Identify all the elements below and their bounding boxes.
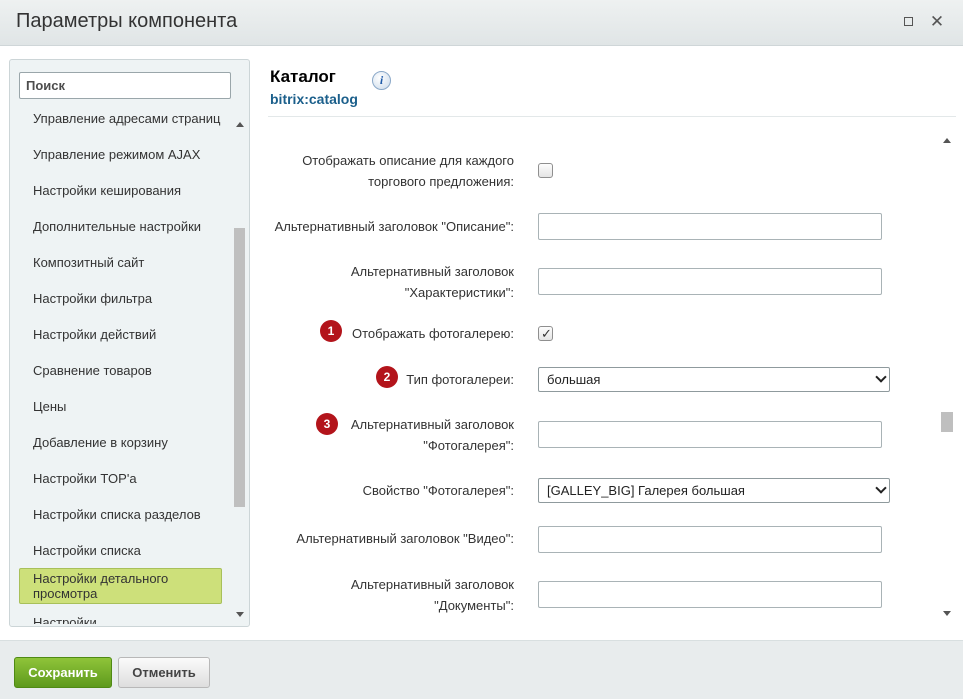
alt-title-docs-input[interactable] [538, 581, 882, 608]
sidebar-item-list[interactable]: Настройки списка [10, 532, 232, 568]
sidebar-menu: Управление адресами страниц Управление р… [10, 108, 232, 624]
sidebar-item-actions[interactable]: Настройки действий [10, 316, 232, 352]
sidebar-item-label: Настройки списка разделов [33, 506, 201, 522]
alt-title-gallery-label: Альтернативный заголовок "Фотогалерея": [350, 417, 514, 453]
sidebar-item-label: Настройки TOP'а [33, 470, 137, 486]
chevron-down-icon [875, 482, 887, 494]
scroll-up-icon[interactable] [236, 122, 244, 127]
show-offer-description-checkbox[interactable] [538, 163, 553, 178]
sidebar-item-composite[interactable]: Композитный сайт [10, 244, 232, 280]
sidebar-item-label: Управление адресами страниц [33, 110, 221, 126]
alt-title-description-label: Альтернативный заголовок "Описание": [274, 219, 514, 234]
sidebar-item-section-list[interactable]: Настройки списка разделов [10, 496, 232, 532]
dialog-footer: Сохранить Отменить [0, 640, 963, 699]
save-button[interactable]: Сохранить [14, 657, 112, 688]
sidebar-item-more[interactable]: Настройки [10, 604, 232, 625]
dialog-title: Параметры компонента [16, 10, 238, 32]
scroll-up-icon[interactable] [943, 138, 951, 143]
gallery-property-label: Свойство "Фотогалерея": [362, 483, 514, 498]
sidebar-item-label: Настройки детального просмотра [33, 571, 169, 601]
scrollbar-thumb[interactable] [234, 228, 245, 507]
sidebar-item-label: Настройки [33, 614, 97, 625]
scroll-down-icon[interactable] [236, 612, 244, 617]
gallery-type-label: Тип фотогалереи: [406, 372, 514, 387]
cancel-button[interactable]: Отменить [118, 657, 210, 688]
sidebar: Управление адресами страниц Управление р… [9, 59, 250, 627]
alt-title-video-label: Альтернативный заголовок "Видео": [296, 531, 514, 546]
sidebar-item-top[interactable]: Настройки TOP'а [10, 460, 232, 496]
sidebar-item-label: Настройки кеширования [33, 182, 182, 198]
close-icon[interactable]: ✕ [929, 13, 945, 30]
chevron-down-icon [875, 371, 887, 383]
sidebar-item-label: Управление режимом AJAX [33, 146, 201, 162]
sidebar-item-label: Настройки действий [33, 326, 157, 342]
alt-title-video-input[interactable] [538, 526, 882, 553]
show-gallery-label: Отображать фотогалерею: [351, 326, 514, 341]
sidebar-item-filter[interactable]: Настройки фильтра [10, 280, 232, 316]
header-divider [268, 116, 956, 117]
sidebar-item-label: Композитный сайт [33, 254, 145, 270]
form-scrollbar[interactable] [938, 133, 955, 623]
sidebar-item-label: Настройки фильтра [33, 290, 153, 306]
sidebar-item-basket[interactable]: Добавление в корзину [10, 424, 232, 460]
sidebar-item-cache[interactable]: Настройки кеширования [10, 172, 232, 208]
gallery-property-select[interactable]: [GALLEY_BIG] Галерея большая [538, 478, 890, 503]
sidebar-item-detail[interactable]: Настройки детального просмотра [19, 568, 222, 604]
component-code: bitrix:catalog [270, 91, 358, 107]
sidebar-item-prices[interactable]: Цены [10, 388, 232, 424]
alt-title-description-input[interactable] [538, 213, 882, 240]
scrollbar-thumb[interactable] [941, 412, 953, 432]
sidebar-item-label: Настройки списка [33, 542, 141, 558]
sidebar-item-additional[interactable]: Дополнительные настройки [10, 208, 232, 244]
checkmark-icon: ✓ [541, 326, 552, 341]
sidebar-item-ajax[interactable]: Управление режимом AJAX [10, 136, 232, 172]
gallery-type-select[interactable]: большая [538, 367, 890, 392]
sidebar-item-compare[interactable]: Сравнение товаров [10, 352, 232, 388]
alt-title-gallery-input[interactable] [538, 421, 882, 448]
component-title: Каталог [270, 67, 336, 86]
maximize-icon[interactable] [900, 14, 916, 30]
sidebar-item-url-management[interactable]: Управление адресами страниц [10, 108, 232, 136]
dialog-titlebar: Параметры компонента ✕ [0, 0, 963, 46]
sidebar-item-label: Сравнение товаров [33, 362, 152, 378]
sidebar-item-label: Добавление в корзину [33, 434, 168, 450]
scroll-down-icon[interactable] [943, 611, 951, 616]
alt-title-docs-label: Альтернативный заголовок "Документы": [350, 577, 514, 613]
alt-title-properties-label: Альтернативный заголовок "Характеристики… [350, 264, 514, 300]
alt-title-properties-input[interactable] [538, 268, 882, 295]
sidebar-item-label: Цены [33, 398, 67, 414]
sidebar-item-label: Дополнительные настройки [33, 218, 202, 234]
show-gallery-checkbox[interactable]: ✓ [538, 326, 553, 341]
show-offer-description-label: Отображать описание для каждого торговог… [302, 153, 514, 189]
search-input[interactable] [19, 72, 231, 99]
info-icon[interactable]: i [372, 71, 391, 90]
sidebar-scrollbar[interactable] [232, 116, 248, 624]
